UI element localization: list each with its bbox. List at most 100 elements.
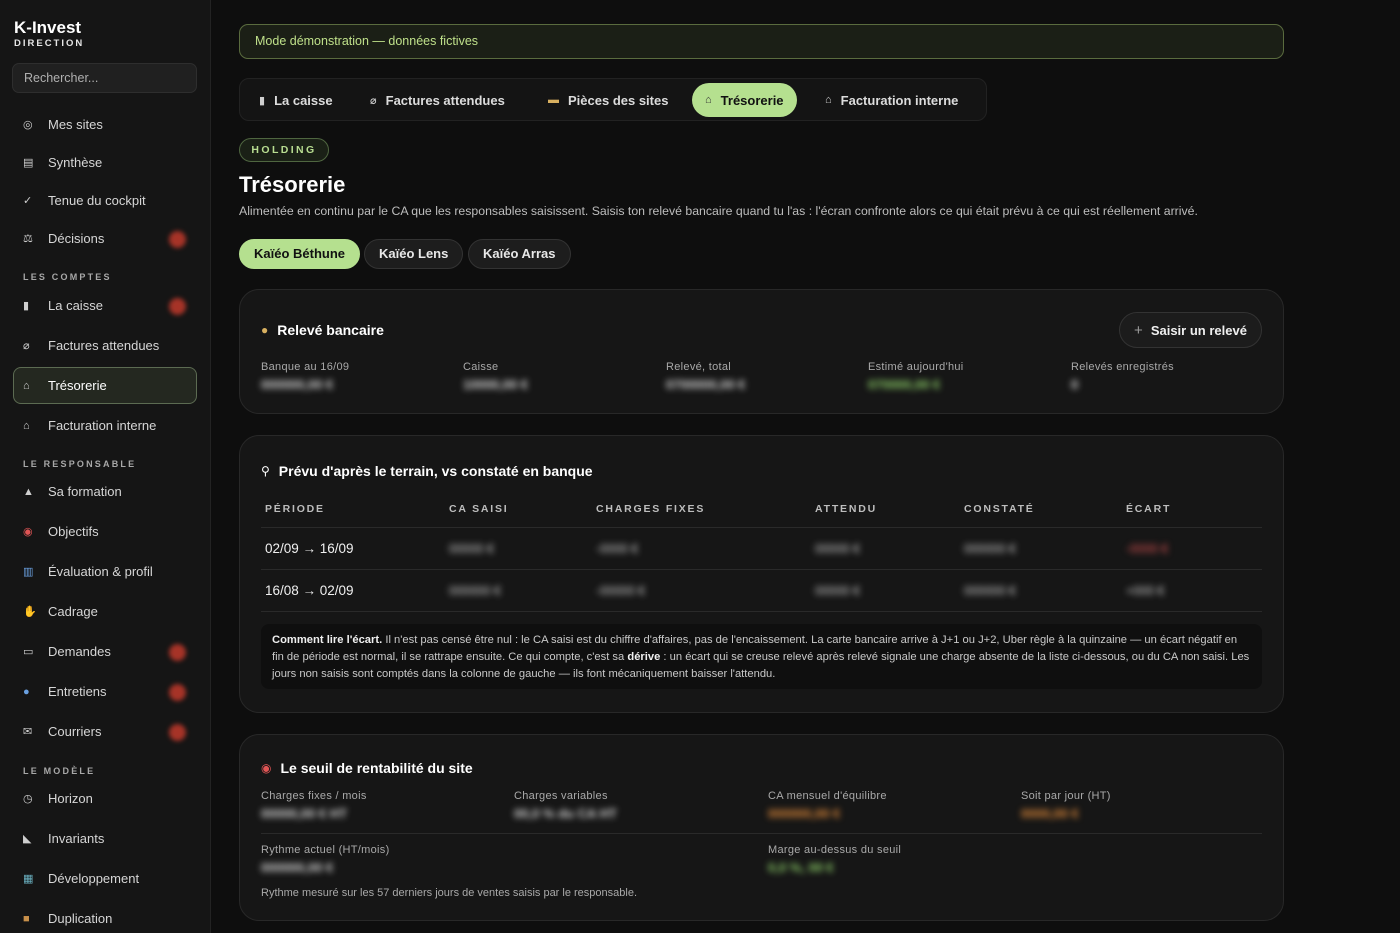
sidebar-item-cadrage[interactable]: ✋ Cadrage: [13, 593, 197, 630]
table-header-row: PÉRIODE CA SAISI CHARGES FIXES ATTENDU C…: [261, 492, 1262, 528]
sidebar-item-label: Entretiens: [48, 684, 107, 699]
sidebar-item-demandes[interactable]: ▭ Demandes: [13, 633, 197, 670]
brand-subtitle: DIRECTION: [14, 38, 85, 49]
saisir-releve-button[interactable]: + Saisir un relevé: [1119, 312, 1262, 348]
cell-value: 000000 €: [964, 583, 1017, 598]
col-attendu: ATTENDU: [811, 492, 960, 528]
speech-icon: ●: [23, 685, 30, 698]
stat-value: 0000,00 €: [1021, 806, 1079, 821]
tab-label: La caisse: [274, 92, 333, 108]
brand-name: K-Invest: [14, 18, 82, 37]
cell-value: +000 €: [1126, 583, 1165, 598]
tab-label: Trésorerie: [720, 92, 784, 108]
stat-label: Soit par jour (HT): [1021, 790, 1111, 802]
site-pill-bethune[interactable]: Kaïéo Béthune: [239, 239, 361, 269]
cell-value: 00000 €: [815, 541, 861, 556]
cell-attendu: 00000 €: [811, 569, 960, 612]
paperclip-icon: ⌀: [23, 340, 30, 352]
note-heading: Comment lire l'écart.: [272, 634, 383, 646]
stat-ca-equilibre: CA mensuel d'équilibre 000000,00 €: [768, 790, 887, 821]
cell-charges: -00000 €: [592, 569, 811, 612]
stat-value: 0,0 %, 00 €: [768, 860, 834, 875]
cell-value: -0000 €: [596, 541, 639, 556]
sidebar-item-objectifs[interactable]: ◉ Objectifs: [13, 513, 197, 550]
stat-value: 10000,00 €: [463, 377, 529, 392]
top-tabs: ▮ La caisse ⌀ Factures attendues ▬ Pièce…: [239, 78, 987, 121]
sidebar-item-facturation-interne[interactable]: ⌂ Facturation interne: [13, 407, 197, 444]
sidebar-item-courriers[interactable]: ✉ Courriers: [13, 713, 197, 750]
receipt-icon: ▮: [23, 300, 30, 312]
page-subtitle: Alimentée en continu par le CA que les r…: [239, 204, 1198, 218]
sidebar-item-decisions[interactable]: ⚖ Décisions: [13, 220, 197, 257]
building-icon: ⌂: [825, 94, 832, 106]
sidebar-item-mes-sites[interactable]: ◎ Mes sites: [13, 106, 197, 143]
scales-icon: ⚖: [23, 233, 33, 245]
cell-charges: -0000 €: [592, 527, 811, 570]
sidebar-item-label: Demandes: [48, 644, 111, 659]
tab-pieces-des-sites[interactable]: ▬ Pièces des sites: [535, 83, 681, 117]
cell-value: 000000 €: [449, 583, 502, 598]
sidebar-item-tenue-cockpit[interactable]: ✓ Tenue du cockpit: [13, 182, 197, 219]
section-title-comptes: LES COMPTES: [23, 272, 112, 282]
cell-value: -0000 €: [1126, 541, 1169, 556]
sidebar-item-label: Mes sites: [48, 117, 103, 132]
notification-badge: [169, 298, 186, 315]
stat-value: 00,0 % du CA HT: [514, 806, 617, 821]
sidebar-item-synthese[interactable]: ▤ Synthèse: [13, 144, 197, 181]
stat-label: Charges variables: [514, 790, 608, 802]
table-row: 16/08 → 02/09 000000 € -00000 € 00000 € …: [261, 569, 1262, 612]
sidebar-item-evaluation[interactable]: ▥ Évaluation & profil: [13, 553, 197, 590]
seuil-title: ◉ Le seuil de rentabilité du site: [261, 760, 473, 776]
sidebar-item-label: Objectifs: [48, 524, 99, 539]
map-icon: ▦: [23, 873, 34, 885]
sidebar-item-tresorerie[interactable]: ⌂ Trésorerie: [13, 367, 197, 404]
package-icon: ■: [23, 912, 30, 925]
sidebar-item-label: Tenue du cockpit: [48, 193, 146, 208]
section-title-modele: LE MODÈLE: [23, 766, 96, 776]
stat-par-jour: Soit par jour (HT) 0000,00 €: [1021, 790, 1111, 821]
stat-label: Caisse: [463, 361, 499, 373]
stat-label: Rythme actuel (HT/mois): [261, 844, 390, 856]
releve-title-text: Relevé bancaire: [277, 322, 384, 338]
table-row: 02/09 → 16/09 00000 € -0000 € 00000 € 00…: [261, 527, 1262, 570]
compass-icon: ◷: [23, 793, 33, 805]
sidebar-item-formation[interactable]: ▲ Sa formation: [13, 473, 197, 510]
sidebar-item-label: Horizon: [48, 791, 93, 806]
col-constate: CONSTATÉ: [960, 492, 1122, 528]
stat-label: Charges fixes / mois: [261, 790, 367, 802]
tab-facturation-interne[interactable]: ⌂ Facturation interne: [812, 83, 971, 117]
money-bag-icon: ●: [261, 323, 269, 337]
ruler-icon: ◣: [23, 833, 32, 845]
cell-ca: 000000 €: [445, 569, 592, 612]
sidebar-item-factures-attendues[interactable]: ⌀ Factures attendues: [13, 327, 197, 364]
tab-factures-attendues[interactable]: ⌀ Factures attendues: [357, 83, 518, 117]
divider: [261, 833, 1262, 834]
handshake-icon: ✋: [23, 606, 37, 618]
sidebar-item-duplication[interactable]: ■ Duplication: [13, 900, 197, 933]
tab-tresorerie[interactable]: ⌂ Trésorerie: [692, 83, 797, 117]
search-input[interactable]: [12, 63, 197, 93]
target-icon: ◉: [261, 761, 272, 775]
sidebar-item-la-caisse[interactable]: ▮ La caisse: [13, 287, 197, 324]
stat-label: Relevé, total: [666, 361, 732, 373]
stat-value: 070000,00 €: [868, 377, 941, 392]
building-icon: ⌂: [23, 419, 30, 432]
main-content: Mode démonstration — données fictives ▮ …: [211, 0, 1400, 933]
saisir-releve-label: Saisir un relevé: [1150, 322, 1247, 338]
stat-label: Marge au-dessus du seuil: [768, 844, 902, 856]
site-pill-lens[interactable]: Kaïéo Lens: [364, 239, 464, 269]
inbox-icon: ▭: [23, 646, 34, 658]
sidebar-item-invariants[interactable]: ◣ Invariants: [13, 820, 197, 857]
stat-estime: Estimé aujourd'hui 070000,00 €: [868, 361, 964, 392]
stat-releve-total: Relevé, total 0700000,00 €: [666, 361, 746, 392]
sidebar-item-label: Facturation interne: [48, 418, 157, 433]
stat-label: CA mensuel d'équilibre: [768, 790, 887, 802]
brand: K-Invest DIRECTION: [14, 18, 84, 49]
sidebar-item-entretiens[interactable]: ● Entretiens: [13, 673, 197, 710]
sidebar-item-horizon[interactable]: ◷ Horizon: [13, 780, 197, 817]
site-pill-arras[interactable]: Kaïéo Arras: [468, 239, 571, 269]
cell-value: 00000 €: [815, 583, 861, 598]
bank-icon: ⌂: [23, 379, 30, 392]
tab-la-caisse[interactable]: ▮ La caisse: [246, 83, 346, 117]
sidebar-item-developpement[interactable]: ▦ Développement: [13, 860, 197, 897]
